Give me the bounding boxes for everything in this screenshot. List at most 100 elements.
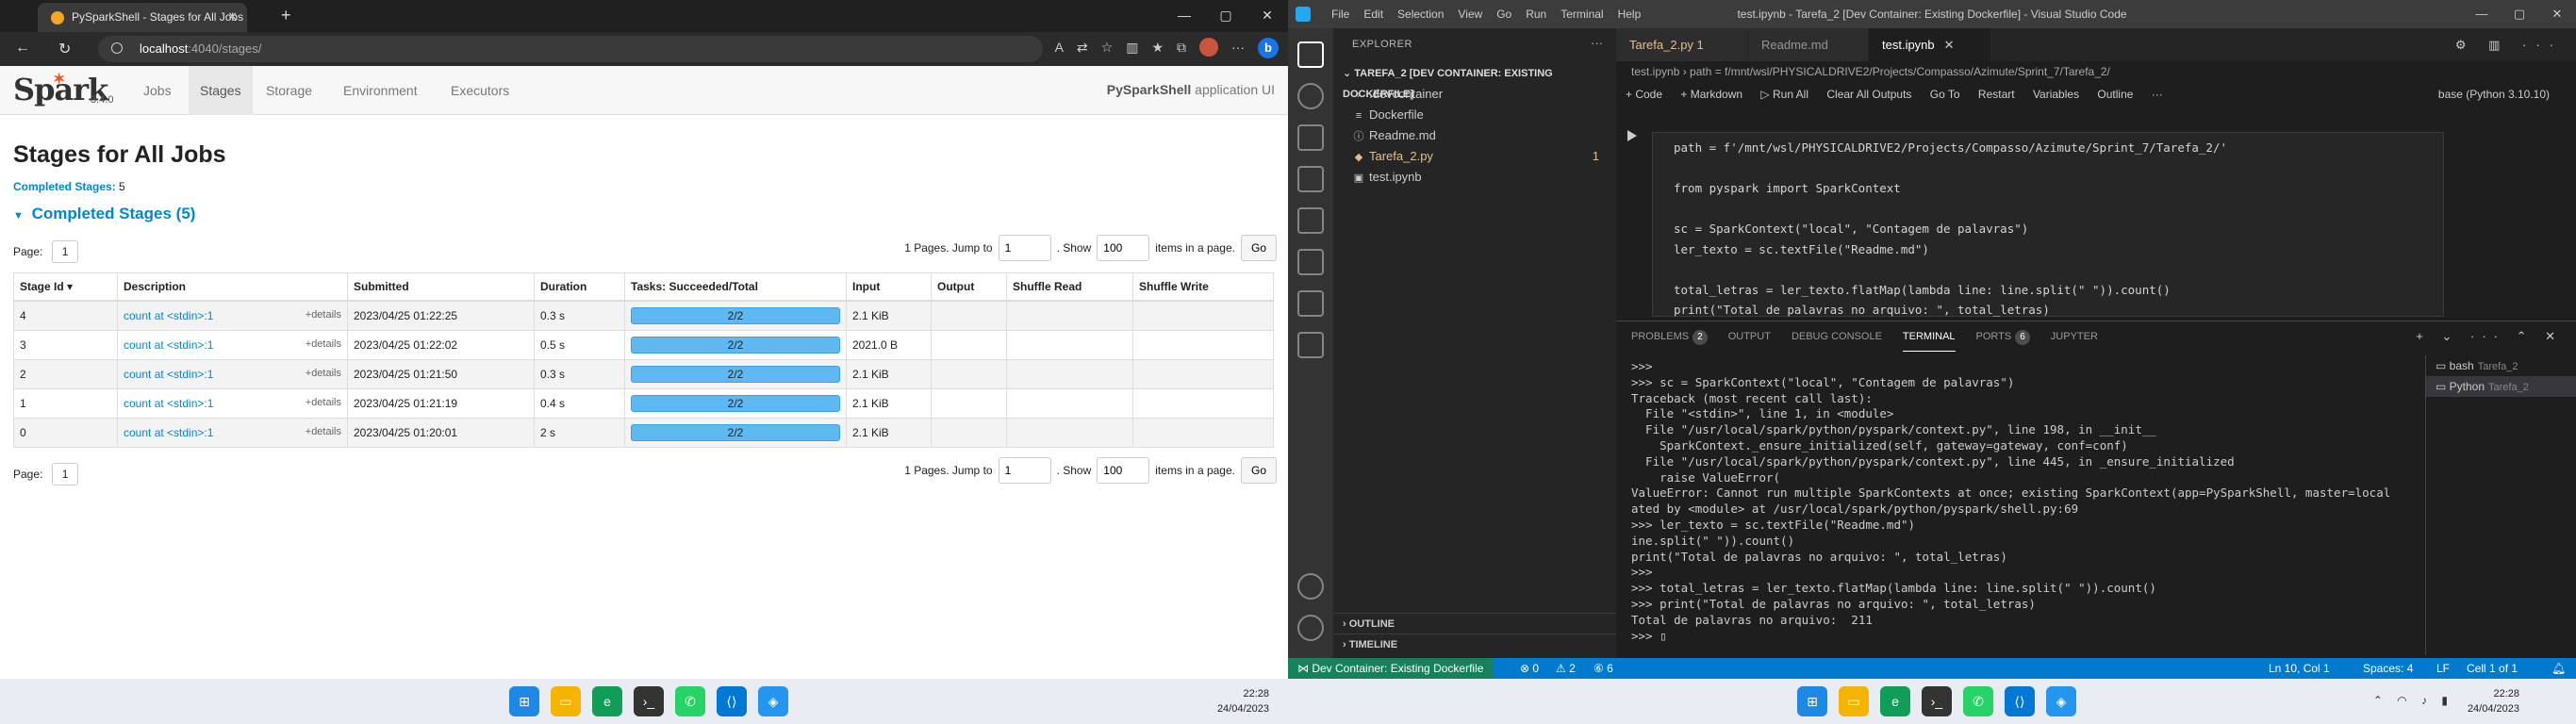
details-link[interactable]: +details (305, 426, 341, 437)
tree-item[interactable]: ◆ Tarefa_2.py 1 (1333, 146, 1616, 167)
eol[interactable]: LF (2436, 658, 2450, 679)
col-submitted[interactable]: Submitted (347, 272, 535, 302)
kernel-picker[interactable]: base (Python 3.10.10) (2438, 82, 2550, 107)
info-icon[interactable] (111, 42, 123, 54)
details-link[interactable]: +details (305, 368, 341, 379)
maximize-icon[interactable]: ▢ (1205, 0, 1247, 32)
remote-explorer-icon[interactable] (1297, 249, 1324, 275)
windows-start-icon[interactable]: ⊞ (1797, 686, 1827, 716)
whatsapp-icon[interactable]: ✆ (675, 686, 705, 716)
jump-page-input[interactable] (998, 235, 1051, 261)
close-window-icon[interactable]: ✕ (1247, 0, 1288, 32)
ports-status[interactable]: ⑥ 6 (1593, 658, 1613, 679)
menu-icon[interactable]: ··· (1231, 40, 1245, 58)
bing-icon[interactable]: b (1258, 38, 1279, 58)
breadcrumb[interactable]: test.ipynb › path = f/mnt/wsl/PHYSICALDR… (1616, 61, 2576, 82)
editor-actions-icon[interactable]: ⚙ ▥ ··· (2455, 38, 2563, 53)
page-number[interactable]: 1 (51, 463, 79, 485)
docker-icon[interactable]: ◈ (2046, 686, 2076, 716)
account-icon[interactable] (1297, 573, 1324, 600)
profile-avatar[interactable] (1199, 38, 1218, 57)
col-duration[interactable]: Duration (534, 272, 625, 302)
goto-button[interactable]: Go To (1930, 88, 1960, 101)
run-debug-icon[interactable] (1297, 166, 1324, 192)
completed-stages-link[interactable]: Completed Stages: (13, 180, 116, 193)
system-tray-icons[interactable]: ⌃ ◠ ♪ ▮ (2373, 694, 2453, 707)
code-cell[interactable]: path = f'/mnt/wsl/PHYSICALDRIVE2/Project… (1616, 111, 2576, 317)
tab-output[interactable]: OUTPUT (1728, 321, 1771, 352)
settings-gear-icon[interactable] (1297, 615, 1324, 641)
clock[interactable]: 22:28 24/04/2023 (1217, 686, 1269, 716)
windows-start-icon[interactable]: ⊞ (509, 686, 539, 716)
split-screen-icon[interactable]: ▥ (1126, 40, 1138, 58)
tab-readme[interactable]: Readme.md (1748, 28, 1869, 61)
workspace-folder[interactable]: ⌄ TAREFA_2 [DEV CONTAINER: EXISTING DOCK… (1333, 63, 1616, 100)
stage-description-link[interactable]: count at <stdin>:1 (124, 309, 213, 322)
col-tasks[interactable]: Tasks: Succeeded/Total (624, 272, 847, 302)
explorer-icon[interactable] (1297, 41, 1324, 68)
tab-environment[interactable]: Environment (332, 66, 429, 115)
indentation[interactable]: Spaces: 4 (2363, 658, 2413, 679)
maximize-icon[interactable]: ▢ (2501, 0, 2538, 28)
whatsapp-icon[interactable]: ✆ (1963, 686, 1993, 716)
stage-description-link[interactable]: count at <stdin>:1 (124, 338, 213, 352)
run-cell-icon[interactable] (1627, 130, 1637, 141)
terminal-icon[interactable]: ›_ (1922, 686, 1952, 716)
close-tab-icon[interactable]: ✕ (1944, 38, 1955, 52)
col-stage-id[interactable]: Stage Id ▾ (13, 272, 118, 302)
collections-icon[interactable]: ⧉ (1177, 40, 1186, 58)
completed-stages-toggle[interactable]: ▼ Completed Stages (5) (13, 205, 1277, 223)
warnings-status[interactable]: ⚠ 2 (1556, 658, 1576, 679)
tab-tarefa2-py[interactable]: Tarefa_2.py 1 (1616, 28, 1748, 61)
tab-stages[interactable]: Stages (189, 66, 253, 115)
tab-problems[interactable]: PROBLEMS 2 (1631, 321, 1708, 352)
close-window-icon[interactable]: ✕ (2538, 0, 2576, 28)
stage-description-link[interactable]: count at <stdin>:1 (124, 368, 213, 381)
jump-page-input[interactable] (998, 457, 1051, 484)
go-button[interactable]: Go (1240, 235, 1277, 261)
docker-icon[interactable] (1297, 332, 1324, 358)
tab-executors[interactable]: Executors (439, 66, 520, 115)
clear-outputs-button[interactable]: Clear All Outputs (1826, 88, 1911, 101)
add-code-button[interactable]: + Code (1626, 88, 1662, 101)
vscode-icon[interactable]: ⟨⟩ (717, 686, 747, 716)
more-button[interactable]: ··· (2152, 88, 2163, 101)
favorite-icon[interactable]: ☆ (1101, 40, 1114, 58)
tab-terminal[interactable]: TERMINAL (1902, 321, 1956, 352)
terminal-output[interactable]: >>> >>> sc = SparkContext("local", "Conta… (1616, 359, 2389, 653)
testing-icon[interactable] (1297, 290, 1324, 317)
tab-storage[interactable]: Storage (255, 66, 323, 115)
edge-icon[interactable]: e (592, 686, 622, 716)
tree-item[interactable]: ⓘ Readme.md (1333, 125, 1616, 146)
terminal-python[interactable]: ▭ Python Tarefa_2 (2426, 376, 2576, 397)
details-link[interactable]: +details (305, 397, 341, 408)
remote-indicator[interactable]: ⋈ Dev Container: Existing Dockerfile (1288, 658, 1494, 679)
tab-jupyter[interactable]: JUPYTER (2051, 321, 2098, 352)
close-tab-icon[interactable]: ✕ (227, 9, 238, 25)
details-link[interactable]: +details (305, 309, 341, 321)
page-size-input[interactable] (1097, 457, 1150, 484)
tab-ports[interactable]: PORTS 6 (1976, 321, 2030, 352)
col-output[interactable]: Output (931, 272, 1007, 302)
tree-item[interactable]: ▣ test.ipynb (1333, 167, 1616, 188)
terminal-icon[interactable]: ›_ (634, 686, 664, 716)
add-markdown-button[interactable]: + Markdown (1680, 88, 1742, 101)
col-input[interactable]: Input (846, 272, 932, 302)
outline-section[interactable]: › OUTLINE (1333, 613, 1616, 634)
stage-description-link[interactable]: count at <stdin>:1 (124, 397, 213, 410)
outline-button[interactable]: Outline (2097, 88, 2133, 101)
source-control-icon[interactable] (1297, 124, 1324, 151)
go-button[interactable]: Go (1240, 457, 1277, 484)
tab-debug-console[interactable]: DEBUG CONSOLE (1792, 321, 1882, 352)
cell-editor[interactable]: path = f'/mnt/wsl/PHYSICALDRIVE2/Project… (1652, 132, 2444, 317)
translate-icon[interactable]: ⇄ (1077, 40, 1088, 58)
stage-description-link[interactable]: count at <stdin>:1 (124, 426, 213, 439)
variables-button[interactable]: Variables (2033, 88, 2079, 101)
details-link[interactable]: +details (305, 338, 341, 350)
tree-item[interactable]: › .devcontainer (1333, 84, 1616, 105)
vscode-icon[interactable]: ⟨⟩ (2005, 686, 2035, 716)
timeline-section[interactable]: › TIMELINE (1333, 634, 1616, 654)
read-aloud-icon[interactable]: A (1055, 40, 1064, 58)
cursor-position[interactable]: Ln 10, Col 1 (2269, 658, 2330, 679)
refresh-icon[interactable]: ↻ (58, 40, 71, 58)
